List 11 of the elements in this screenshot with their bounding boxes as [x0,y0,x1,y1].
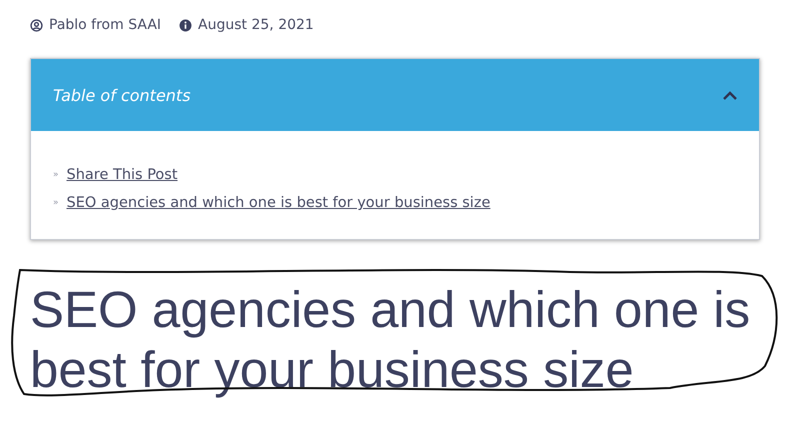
toc-link[interactable]: SEO agencies and which one is best for your business size [66,195,490,211]
toc-link[interactable]: Share This Post [66,167,178,183]
bullet-icon: » [53,170,59,180]
article-heading: SEO agencies and which one is best for your business size [30,280,752,400]
post-date: August 25, 2021 [198,17,314,33]
toc-title: Table of contents [53,86,191,104]
chevron-icon [723,90,737,100]
info-icon [179,18,192,32]
user-icon [30,18,43,32]
bullet-icon: » [53,198,59,208]
author-name: Pablo from SAAI [49,17,162,33]
